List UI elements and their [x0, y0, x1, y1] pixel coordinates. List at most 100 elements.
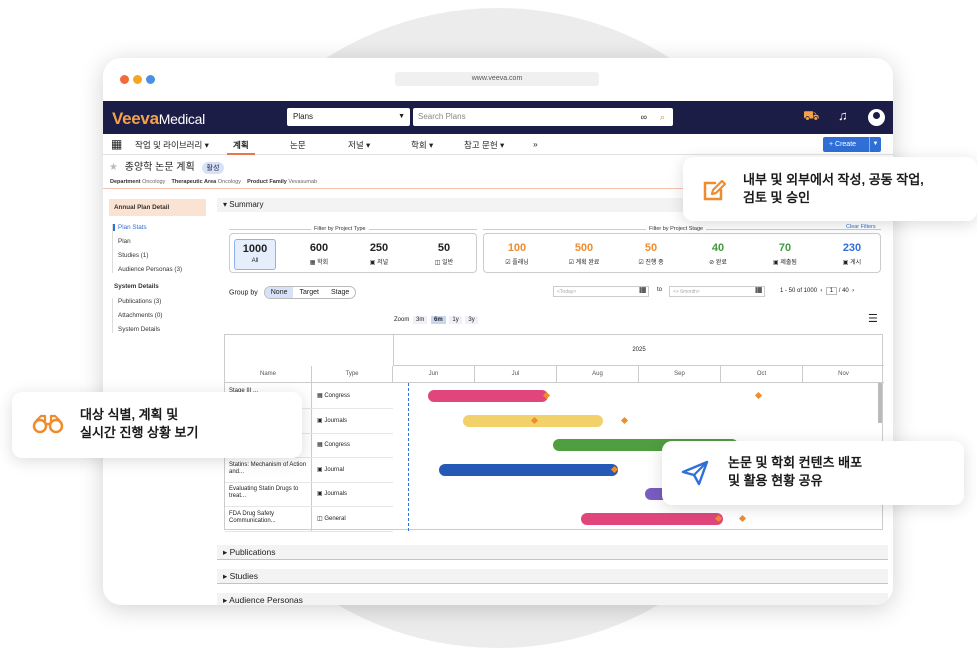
- stage-filter-stat[interactable]: 500 ☑ 계획 완료: [554, 242, 614, 266]
- create-button[interactable]: + Create ▼: [823, 137, 881, 152]
- gantt-col-name[interactable]: Name: [225, 366, 312, 383]
- sidebar-section-system[interactable]: System Details: [109, 283, 206, 290]
- accordion-audience-personas[interactable]: ▸ Audience Personas: [217, 593, 888, 605]
- sidebar-item-studies[interactable]: Studies (1): [113, 252, 206, 259]
- accordion-studies[interactable]: ▸ Studies: [217, 569, 888, 584]
- cart-icon[interactable]: ⛟: [803, 108, 819, 126]
- nav-more[interactable]: »: [533, 139, 538, 149]
- gantt-bar[interactable]: [439, 463, 618, 476]
- next-page-icon[interactable]: ›: [852, 288, 854, 294]
- nav-congresses[interactable]: 학회 ▾: [411, 139, 433, 151]
- zoom-control: Zoom 3m 6m 1y 3y: [394, 316, 478, 324]
- gantt-bar[interactable]: [428, 390, 548, 402]
- nav-tasks-library[interactable]: 작업 및 라이브러리 ▾: [135, 139, 209, 151]
- group-option-none[interactable]: None: [264, 287, 294, 298]
- bell-icon[interactable]: ♫: [838, 108, 848, 123]
- app-grid-icon[interactable]: ▦: [111, 138, 122, 150]
- stage-filter-stat[interactable]: 230 ▣ 게시: [822, 242, 882, 266]
- row-type-label: Journals: [324, 417, 348, 424]
- nav-plans[interactable]: 계획: [227, 139, 255, 155]
- object-type-select[interactable]: Plans ▼: [287, 108, 410, 126]
- date-to-input[interactable]: <+ 6month>: [669, 286, 765, 297]
- type-filter-stat[interactable]: 50 ◫ 일반: [414, 242, 474, 266]
- callout-track: 대상 식별, 계획 및 실시간 진행 상황 보기: [12, 392, 302, 458]
- stage-filter-stat[interactable]: 100 ☑ 플래닝: [487, 242, 547, 266]
- menu-icon[interactable]: ☰: [868, 312, 878, 325]
- type-filter-stat[interactable]: 600 ▦ 학회: [289, 242, 349, 266]
- gantt-row[interactable]: Evaluating Statin Drugs to treat... ▣ Jou…: [225, 482, 393, 508]
- zoom-3m[interactable]: 3m: [413, 316, 428, 324]
- gantt-bar[interactable]: [581, 513, 723, 525]
- chevron-down-icon[interactable]: ▼: [869, 137, 881, 152]
- zoom-6m[interactable]: 6m: [431, 316, 446, 324]
- accordion-publications[interactable]: ▸ Publications: [217, 545, 888, 560]
- window-maximize-dot[interactable]: [146, 75, 155, 84]
- sidebar-header[interactable]: Annual Plan Detail: [109, 199, 206, 216]
- zoom-3y[interactable]: 3y: [465, 316, 478, 324]
- row-type-label: Journal: [324, 466, 345, 473]
- type-filter-stat[interactable]: 1000 All: [234, 239, 276, 270]
- url-bar[interactable]: www.veeva.com: [395, 72, 599, 86]
- sidebar-item-audience-personas[interactable]: Audience Personas (3): [113, 266, 206, 273]
- browser-window: www.veeva.com VeevaMedical Plans ▼ Searc…: [103, 58, 893, 605]
- callout-author: 내부 및 외부에서 작성, 공동 작업, 검토 및 승인: [683, 157, 977, 221]
- record-meta: Department Oncology Therapeutic Area Onc…: [110, 179, 317, 185]
- nav-publications[interactable]: 논문: [290, 139, 306, 151]
- search-input[interactable]: Search Plans ∞ ⌕: [413, 108, 673, 126]
- zoom-1y[interactable]: 1y: [449, 316, 462, 324]
- stage-filter-stat[interactable]: 40 ⊘ 완료: [688, 242, 748, 266]
- gantt-row[interactable]: FDA Drug Safety Communication... ◫ Genera…: [225, 507, 393, 532]
- nav-journals[interactable]: 저널 ▾: [348, 139, 370, 151]
- user-avatar[interactable]: [868, 109, 885, 126]
- stage-filter-stat[interactable]: 50 ☑ 진행 중: [621, 242, 681, 266]
- group-option-target[interactable]: Target: [293, 287, 324, 298]
- scrollbar[interactable]: [878, 383, 882, 423]
- gantt-row-type: ▣ Journals: [317, 490, 347, 497]
- gantt-year: 2025: [393, 335, 884, 366]
- page-title: 종양학 논문 계획: [124, 162, 195, 173]
- stat-label: ☑ 진행 중: [638, 260, 664, 266]
- stage-filter-stat[interactable]: 70 ▣ 제출됨: [755, 242, 815, 266]
- callout-track-text: 대상 식별, 계획 및 실시간 진행 상황 보기: [80, 407, 199, 440]
- logo-brand: Veeva: [112, 109, 159, 128]
- search-placeholder: Search Plans: [418, 112, 466, 121]
- sidebar-group-plan: Plan Stats Plan Studies (1) Audience Per…: [112, 224, 206, 273]
- page-total: / 40: [838, 288, 849, 294]
- sidebar-item-plan[interactable]: Plan: [113, 238, 206, 245]
- sidebar-item-publications[interactable]: Publications (3): [113, 298, 206, 305]
- binoculars-icon[interactable]: ∞: [641, 108, 647, 126]
- gantt-row[interactable]: Statins: Mechanism of Action and... ▣ Jou…: [225, 458, 393, 483]
- calendar-icon[interactable]: ▦: [755, 285, 763, 294]
- date-from-input[interactable]: <Today>: [553, 286, 649, 297]
- calendar-icon[interactable]: ▦: [639, 285, 647, 294]
- favorite-star-icon[interactable]: ★: [109, 162, 118, 173]
- search-icon[interactable]: ⌕: [660, 108, 665, 126]
- sidebar-item-system-details[interactable]: System Details: [113, 326, 206, 333]
- record-range: 1 - 50 of 1000: [780, 288, 818, 294]
- browser-chrome: www.veeva.com: [103, 58, 893, 101]
- stat-count: 230: [842, 242, 862, 254]
- window-close-dot[interactable]: [120, 75, 129, 84]
- gantt-month-sep: Sep: [639, 366, 721, 383]
- nav-bar: ▦ 작업 및 라이브러리 ▾ 계획 논문 저널 ▾ 학회 ▾ 참고 문헌 ▾ »…: [103, 134, 893, 155]
- window-minimize-dot[interactable]: [133, 75, 142, 84]
- group-option-stage[interactable]: Stage: [325, 287, 355, 298]
- veeva-logo[interactable]: VeevaMedical: [112, 109, 205, 129]
- clear-filters-link[interactable]: Clear Filters: [846, 224, 876, 230]
- page-number-input[interactable]: 1: [825, 287, 838, 295]
- row-type-label: Journals: [324, 491, 348, 498]
- logo-product: Medical: [158, 111, 205, 127]
- prev-page-icon[interactable]: ‹: [820, 288, 822, 294]
- sidebar-item-plan-stats[interactable]: Plan Stats: [113, 224, 206, 231]
- nav-references[interactable]: 참고 문헌 ▾: [464, 139, 504, 151]
- stat-count: 100: [507, 242, 527, 254]
- gantt-row-type: ▦ Congress: [317, 441, 350, 448]
- gantt-col-type[interactable]: Type: [312, 366, 393, 383]
- milestone-diamond[interactable]: [754, 391, 763, 400]
- sidebar-item-attachments[interactable]: Attachments (0): [113, 312, 206, 319]
- gantt-row-name: Evaluating Statin Drugs to treat...: [229, 486, 299, 500]
- milestone-diamond[interactable]: [620, 416, 629, 424]
- record-title-bar: ★ 종양학 논문 계획 활성: [109, 158, 225, 174]
- milestone-diamond[interactable]: [738, 514, 747, 523]
- type-filter-stat[interactable]: 250 ▣ 저널: [349, 242, 409, 266]
